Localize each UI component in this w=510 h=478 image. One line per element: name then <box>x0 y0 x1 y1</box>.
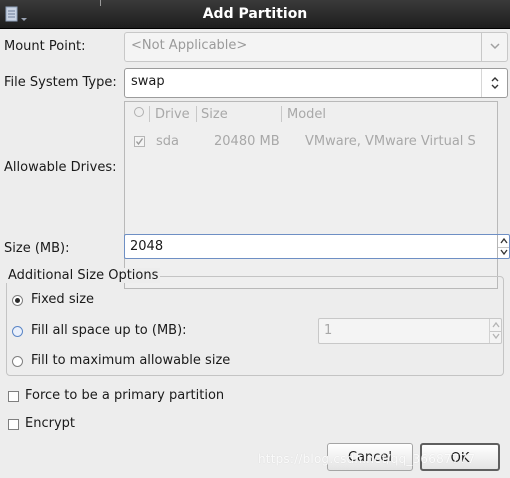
chevron-down-icon <box>490 43 500 50</box>
drive-checkbox[interactable] <box>134 136 145 147</box>
chevron-up-icon <box>500 237 508 244</box>
fixed-size-radio[interactable] <box>12 295 23 306</box>
mount-point-label: Mount Point: <box>4 39 86 54</box>
fill-up-to-spin-arrows[interactable] <box>489 319 501 343</box>
fill-up-to-value: 1 <box>324 323 333 338</box>
fill-up-to-radio[interactable] <box>12 326 23 337</box>
fill-up-to-spinbox[interactable]: 1 <box>318 318 502 344</box>
fill-max-label[interactable]: Fill to maximum allowable size <box>31 353 230 368</box>
watermark-text: https://blog.csdn.net/qq_36687777 <box>258 452 476 466</box>
select-column-icon <box>133 106 145 122</box>
fs-type-label: File System Type: <box>4 75 117 90</box>
primary-partition-checkbox[interactable] <box>8 391 19 402</box>
size-spinbox[interactable]: 2048 <box>124 234 510 259</box>
chevron-down-icon <box>492 333 500 340</box>
size-label: Size (MB): <box>4 241 70 256</box>
encrypt-checkbox[interactable] <box>8 419 19 430</box>
additional-size-options-title: Additional Size Options <box>6 268 161 283</box>
window-title: Add Partition <box>202 6 308 22</box>
size-decrement-button[interactable] <box>498 247 509 259</box>
add-partition-dialog: Mount Point: <Not Applicable> File Syste… <box>0 29 510 478</box>
fs-type-value: swap <box>131 74 165 89</box>
fs-type-combo[interactable]: swap <box>124 68 508 98</box>
mount-point-dropdown-button[interactable] <box>481 33 507 61</box>
size-spin-arrows[interactable] <box>497 235 509 258</box>
fill-up-to-label[interactable]: Fill all space up to (MB): <box>31 323 187 338</box>
drives-list: Drive Size Model sda 20480 MB VMware, VM… <box>124 101 498 289</box>
updown-chevron-icon <box>491 77 499 89</box>
drive-column-header[interactable]: Drive <box>155 107 190 122</box>
chevron-up-icon <box>492 321 500 328</box>
chevron-down-icon <box>500 249 508 255</box>
drive-row[interactable]: sda 20480 MB VMware, VMware Virtual S <box>125 132 497 154</box>
fill-max-radio[interactable] <box>12 356 23 367</box>
drive-name: sda <box>156 134 179 149</box>
drive-size: 20480 MB <box>214 134 280 149</box>
encrypt-label[interactable]: Encrypt <box>25 416 75 431</box>
fill-up-to-decrement-button[interactable] <box>490 331 501 343</box>
check-icon <box>135 138 144 146</box>
drive-model: VMware, VMware Virtual S <box>305 134 476 149</box>
size-column-header[interactable]: Size <box>201 107 228 122</box>
fs-type-dropdown-button[interactable] <box>481 69 507 97</box>
primary-partition-label[interactable]: Force to be a primary partition <box>25 388 224 403</box>
allowable-drives-label: Allowable Drives: <box>4 160 117 175</box>
size-value: 2048 <box>130 239 164 254</box>
mount-point-value: <Not Applicable> <box>131 38 248 53</box>
model-column-header[interactable]: Model <box>287 107 326 122</box>
mount-point-combo[interactable]: <Not Applicable> <box>124 32 508 62</box>
drives-header: Drive Size Model <box>125 102 497 126</box>
titlebar: Add Partition <box>0 0 510 29</box>
fixed-size-label[interactable]: Fixed size <box>31 292 94 307</box>
